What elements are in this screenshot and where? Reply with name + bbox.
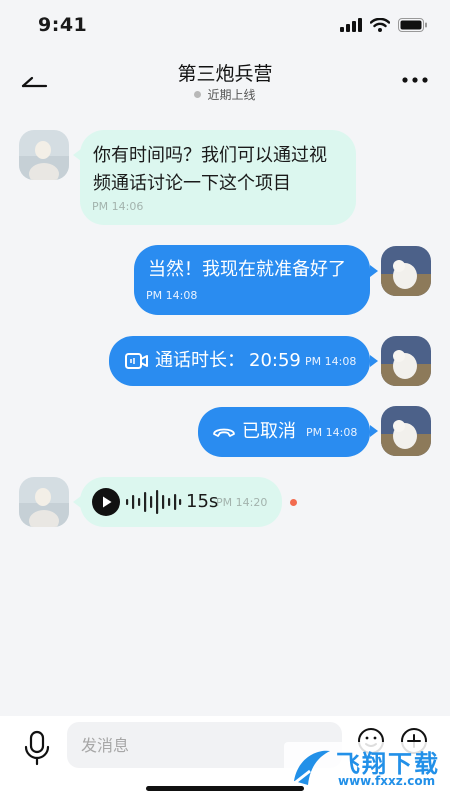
status-dot [194, 91, 202, 98]
unread-indicator [290, 499, 297, 506]
home-indicator [146, 786, 304, 791]
online-status: 近期上线 [0, 86, 450, 103]
voice-message-bubble[interactable]: 15s PM 14:20 [80, 477, 282, 527]
call-duration-bubble[interactable]: 通话时长： 20:59 PM 14:08 [109, 336, 370, 386]
contact-avatar[interactable] [19, 130, 69, 180]
watermark-logo: 飞翔下载 www.fxxz.com [284, 742, 444, 794]
wifi-icon [370, 18, 390, 32]
watermark-url: www.fxxz.com [338, 774, 436, 788]
message-time: PM 14:08 [306, 426, 358, 439]
cancelled-call-bubble[interactable]: 已取消 PM 14:08 [198, 407, 370, 457]
message-text: 频通话讨论一下这个项目 [93, 173, 291, 194]
message-bubble-outgoing[interactable]: 当然！我现在就准备好了 PM 14:08 [134, 245, 370, 315]
bubble-tail [370, 265, 378, 277]
play-icon[interactable] [92, 488, 120, 516]
hang-up-icon [213, 428, 235, 437]
more-options-icon[interactable] [398, 70, 432, 90]
message-time: PM 14:06 [92, 200, 144, 213]
battery-icon [398, 18, 427, 32]
chat-title: 第三炮兵营 [177, 63, 273, 85]
waveform-icon [126, 490, 182, 514]
status-time: 9:41 [38, 14, 88, 36]
signal-icon [340, 18, 362, 32]
bubble-tail [370, 355, 378, 367]
status-bar: 9:41 [0, 0, 450, 56]
user-avatar[interactable] [381, 246, 431, 296]
message-time: PM 14:08 [305, 355, 357, 368]
microphone-icon[interactable] [22, 728, 52, 768]
voice-duration: 15s [186, 491, 219, 512]
message-text: 当然！我现在就准备好了 [148, 259, 346, 280]
contact-avatar[interactable] [19, 477, 69, 527]
message-text: 你有时间吗？我们可以通过视 [93, 145, 327, 166]
call-duration-value: 20:59 [249, 350, 301, 371]
online-status-label: 近期上线 [207, 88, 256, 102]
message-time: PM 14:20 [216, 496, 268, 509]
user-avatar[interactable] [381, 336, 431, 386]
call-duration-label: 通话时长： [155, 350, 245, 371]
cancelled-label: 已取消 [242, 421, 296, 442]
user-avatar[interactable] [381, 406, 431, 456]
message-time: PM 14:08 [146, 289, 198, 302]
status-icons [340, 18, 428, 32]
bubble-tail [370, 425, 378, 437]
watermark-mark-icon [291, 750, 330, 787]
chat-header: 第三炮兵营 近期上线 [0, 56, 450, 116]
message-bubble-incoming[interactable]: 你有时间吗？我们可以通过视 频通话讨论一下这个项目 PM 14:06 [80, 130, 356, 225]
video-call-icon [125, 353, 148, 369]
